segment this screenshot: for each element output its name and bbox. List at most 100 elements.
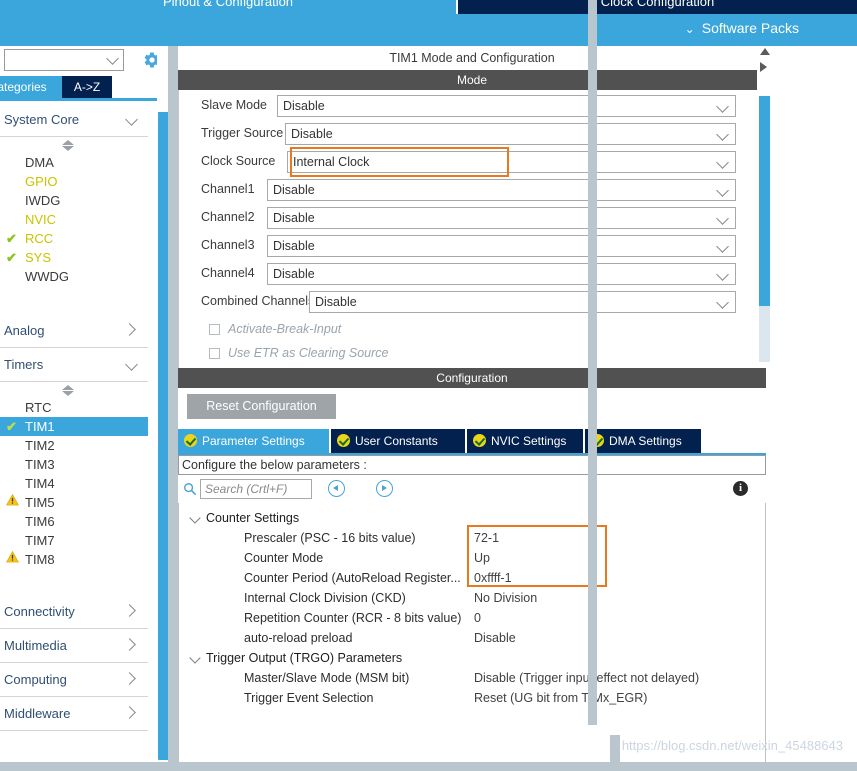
sidebar-group-system-core[interactable]: System Core [0,103,148,137]
tree-parameter-value[interactable]: 72-1 [474,531,499,545]
tree-parameter-row[interactable]: Trigger Event Selection Reset (UG bit fro… [179,689,765,709]
sidebar-group-label: Multimedia [4,638,67,653]
checkbox-label: Use ETR as Clearing Source [228,346,389,360]
sidebar-item-tim6[interactable]: TIM6 [0,512,148,531]
tree-parameter-value[interactable]: Reset (UG bit from TIMx_EGR) [474,691,647,705]
info-icon[interactable]: i [733,481,748,496]
watermark-text: https://blog.csdn.net/weixin_45488643 [621,738,843,753]
checkbox-icon[interactable] [209,348,220,359]
sidebar-item-wwdg[interactable]: WWDG [0,267,148,286]
mode-row-combo[interactable]: Disable [267,179,736,201]
search-next-button[interactable] [376,480,393,497]
horizontal-scrollbar-thumb[interactable] [610,735,620,763]
sidebar-scroll-spinner[interactable] [0,382,148,398]
sidebar-group-connectivity[interactable]: Connectivity [0,595,148,629]
spinner-up-icon[interactable] [62,385,74,390]
tree-group-row[interactable]: Trigger Output (TRGO) Parameters [179,649,765,669]
sidebar-item-iwdg[interactable]: IWDG [0,191,148,210]
software-packs-menu[interactable]: ⌄ Software Packs [685,20,799,36]
sidebar-item-dma[interactable]: DMA [0,153,148,172]
search-previous-button[interactable] [328,480,345,497]
tab-parameter-settings[interactable]: Parameter Settings [178,429,331,453]
tree-parameter-row[interactable]: auto-reload preload Disable [179,629,765,649]
sidebar-filter-combo[interactable] [4,49,124,71]
tab-label: NVIC Settings [491,434,567,448]
tab-user-constants[interactable]: User Constants [331,429,467,453]
spinner-down-icon[interactable] [62,146,74,151]
tab-clock-configuration[interactable]: Clock Configuration [456,0,857,14]
scroll-up-arrow-icon[interactable] [760,48,770,55]
sidebar-group-computing[interactable]: Computing [0,663,148,697]
tab-nvic-settings[interactable]: NVIC Settings [467,429,585,453]
mode-row-combo[interactable]: Disable [267,235,736,257]
gear-icon[interactable] [143,51,157,69]
sidebar-item-label: DMA [25,155,54,170]
sidebar-group-middleware[interactable]: Middleware [0,697,148,731]
mode-row-combo[interactable]: Internal Clock [287,151,736,173]
search-input[interactable] [200,479,312,499]
tab-pinout-configuration[interactable]: Pinout & Configuration [0,0,456,14]
tree-group-row[interactable]: Counter Settings [179,509,765,529]
scroll-right-arrow-icon[interactable] [760,62,767,72]
chevron-down-icon[interactable] [189,652,201,664]
sidebar-item-tim2[interactable]: TIM2 [0,436,148,455]
chevron-down-icon [716,268,729,281]
tree-parameter-value[interactable]: 0xffff-1 [474,571,512,585]
tree-parameter-label: Trigger Event Selection [244,691,374,705]
sidebar-item-label: TIM1 [25,419,55,434]
mode-row-combo[interactable]: Disable [309,291,736,313]
sidebar-item-tim8[interactable]: TIM8 [0,550,148,569]
sidebar-item-rtc[interactable]: RTC [0,398,148,417]
sidebar-item-label: TIM8 [25,552,55,567]
tree-parameter-value[interactable]: Disable [474,631,516,645]
warning-icon [6,550,19,569]
sidebar-scroll-spinner[interactable] [0,137,148,153]
mode-row-combo[interactable]: Disable [267,207,736,229]
sidebar-group-analog[interactable]: Analog [0,314,148,348]
sidebar-group-timers[interactable]: Timers [0,348,148,382]
tree-parameter-row[interactable]: Master/Slave Mode (MSM bit) Disable (Trig… [179,669,765,689]
check-circle-icon [184,434,197,447]
spinner-up-icon[interactable] [62,140,74,145]
sidebar-item-label: TIM5 [25,495,55,510]
sidebar-tab-categories[interactable]: ategories [0,76,62,99]
sidebar-item-tim4[interactable]: TIM4 [0,474,148,493]
tree-parameter-row[interactable]: Repetition Counter (RCR - 8 bits value) 0 [179,609,765,629]
scrollbar-thumb[interactable] [759,96,770,306]
reset-configuration-button[interactable]: Reset Configuration [187,394,336,419]
sidebar-tab-az[interactable]: A->Z [62,76,112,99]
sidebar-item-sys[interactable]: ✔ SYS [0,248,148,267]
sidebar-item-rcc[interactable]: ✔ RCC [0,229,148,248]
tree-parameter-row[interactable]: Prescaler (PSC - 16 bits value) 72-1 [179,529,765,549]
sidebar-item-nvic[interactable]: NVIC [0,210,148,229]
checkbox-icon[interactable] [209,324,220,335]
sidebar-item-tim7[interactable]: TIM7 [0,531,148,550]
mode-checkbox-row[interactable]: Activate-Break-Input [179,320,579,344]
sidebar-item-tim3[interactable]: TIM3 [0,455,148,474]
sidebar-item-tim5[interactable]: TIM5 [0,493,148,512]
main-outer-scroll-arrows[interactable] [757,46,775,90]
tree-parameter-row[interactable]: Counter Mode Up [179,549,765,569]
tree-parameter-value[interactable]: No Division [474,591,537,605]
tree-parameter-row[interactable]: Internal Clock Division (CKD) No Division [179,589,765,609]
tree-parameter-value[interactable]: 0 [474,611,481,625]
tab-dma-settings[interactable]: DMA Settings [585,429,703,453]
mode-row-combo[interactable]: Disable [285,123,736,145]
spinner-down-icon[interactable] [62,391,74,396]
sidebar-item-tim1[interactable]: ✔ TIM1 [0,417,148,436]
sidebar-group-multimedia[interactable]: Multimedia [0,629,148,663]
mode-vertical-scrollbar[interactable] [757,90,775,368]
mode-checkbox-row[interactable]: Use ETR as Clearing Source [179,344,579,368]
configuration-section-header: Configuration [178,368,766,388]
parameter-tree: Counter Settings Prescaler (PSC - 16 bits… [178,503,766,769]
tree-parameter-row[interactable]: Counter Period (AutoReload Register... 0x… [179,569,765,589]
sidebar-item-gpio[interactable]: GPIO [0,172,148,191]
tree-parameter-label: Counter Mode [244,551,324,565]
tree-parameter-label: Prescaler (PSC - 16 bits value) [244,531,416,545]
mode-row-value: Disable [273,267,315,281]
mode-row-combo[interactable]: Disable [267,263,736,285]
mode-row-combo[interactable]: Disable [277,95,736,117]
chevron-down-icon[interactable] [189,512,201,524]
tree-parameter-value[interactable]: Up [474,551,490,565]
tree-parameter-value[interactable]: Disable (Trigger input effect not delaye… [474,671,699,685]
